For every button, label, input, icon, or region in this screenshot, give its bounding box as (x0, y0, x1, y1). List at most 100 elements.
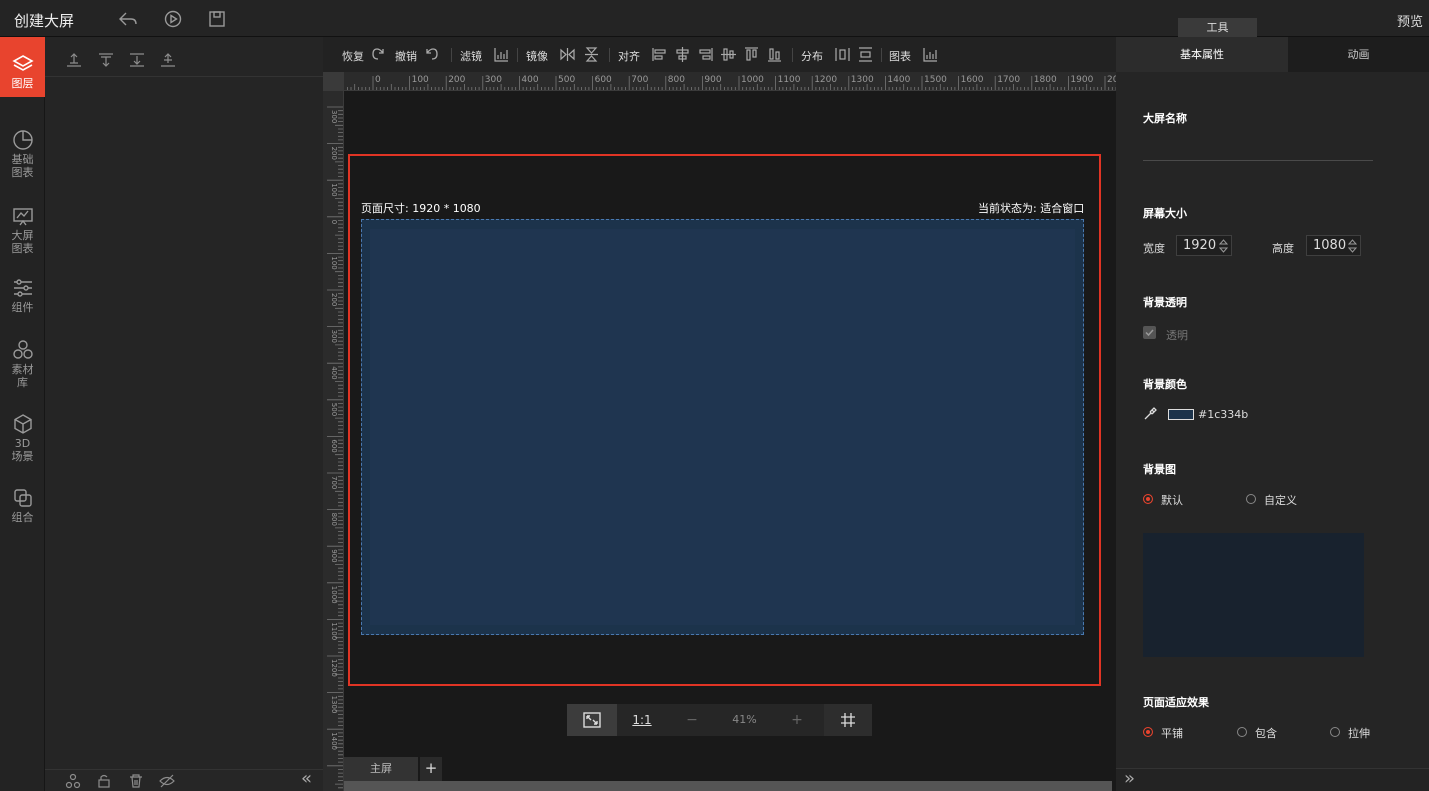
ruler-tick-label: 300 (330, 330, 338, 343)
trash-icon[interactable] (128, 773, 144, 789)
material-icon (12, 340, 33, 359)
ruler-tick-label: 1600 (961, 75, 984, 85)
height-value: 1080 (1313, 238, 1347, 253)
redo-label[interactable]: 恢复 (342, 48, 364, 64)
tab-animation[interactable]: 动画 (1288, 37, 1429, 72)
align-center-v-icon[interactable] (720, 46, 737, 63)
transparent-checkbox[interactable] (1143, 326, 1156, 339)
preview-button[interactable]: 预览 (1397, 11, 1423, 30)
page-status-label: 当前状态为: 适合窗口 (978, 202, 1085, 215)
chart-label[interactable]: 图表 (889, 48, 911, 64)
ruler-tick-label: 1100 (330, 622, 338, 640)
move-up-icon[interactable] (97, 51, 115, 69)
layer-footer: « (45, 768, 323, 791)
align-label[interactable]: 对齐 (618, 48, 640, 64)
grid-toggle-button[interactable] (824, 704, 872, 736)
undo-label[interactable]: 撤销 (395, 48, 417, 64)
move-top-icon[interactable] (65, 51, 83, 69)
ruler-tick-label: 900 (704, 75, 721, 85)
fit-stretch-radio[interactable] (1330, 727, 1340, 737)
nav-3d-scene[interactable]: 3D 场景 (0, 413, 45, 463)
bg-image-default-radio[interactable] (1143, 494, 1153, 504)
screen-tabs: 主屏 + (344, 757, 1116, 781)
ruler-tick-label: 300 (330, 110, 338, 123)
height-input[interactable]: 1080 (1306, 235, 1361, 256)
width-input[interactable]: 1920 (1176, 235, 1232, 256)
align-top-icon[interactable] (743, 46, 760, 63)
horizontal-scrollbar[interactable] (344, 781, 1112, 791)
ruler-tick-label: 0 (330, 220, 338, 224)
top-bar: 创建大屏 工具 预览 (0, 0, 1429, 37)
redo-icon[interactable] (370, 46, 387, 63)
fit-tile-radio[interactable] (1143, 727, 1153, 737)
fit-window-button[interactable] (567, 704, 617, 736)
nav-basic-charts[interactable]: 基础 图表 (0, 129, 45, 179)
bg-image-custom-radio[interactable] (1246, 494, 1256, 504)
screen-background (370, 229, 1075, 625)
align-left-icon[interactable] (651, 46, 668, 63)
play-icon[interactable] (162, 8, 184, 30)
zoom-in-button[interactable]: + (772, 704, 822, 736)
nav-screen-charts[interactable]: 大屏 图表 (0, 205, 45, 255)
tools-tab[interactable]: 工具 (1178, 18, 1257, 37)
tab-main-screen[interactable]: 主屏 (344, 757, 418, 781)
align-bottom-icon[interactable] (766, 46, 783, 63)
align-center-h-icon[interactable] (674, 46, 691, 63)
ruler-tick-label: 0 (375, 75, 381, 85)
mirror-vertical-icon[interactable] (583, 46, 600, 63)
filter-chart-icon[interactable] (493, 46, 510, 63)
horizontal-ruler: 0 100 200 300 400 500 600 700 800 900 1000 1100 1200… (344, 72, 1116, 91)
fit-contain-radio[interactable] (1237, 727, 1247, 737)
nav-material[interactable]: 素材 库 (0, 339, 45, 389)
nav-components[interactable]: 组件 (0, 277, 45, 314)
bg-color-label: 背景颜色 (1143, 378, 1187, 391)
collapse-right-icon[interactable]: » (1124, 768, 1135, 789)
collapse-left-icon[interactable]: « (301, 768, 312, 789)
ruler-tick-label: 400 (521, 75, 538, 85)
nav-combine[interactable]: 组合 (0, 487, 45, 524)
ruler-tick-label: 700 (330, 476, 338, 489)
fit-contain-label: 包含 (1255, 727, 1277, 740)
add-tab-button[interactable]: + (420, 757, 442, 781)
distribute-label[interactable]: 分布 (801, 48, 823, 64)
screen-canvas[interactable] (361, 219, 1084, 635)
filter-label[interactable]: 滤镜 (460, 48, 482, 64)
chart-icon[interactable] (922, 46, 939, 63)
group-icon[interactable] (65, 773, 81, 789)
ruler-tick-label: 500 (330, 403, 338, 416)
eye-hidden-icon[interactable] (159, 773, 175, 789)
bg-transparent-label: 背景透明 (1143, 296, 1187, 309)
properties-tabs: 基本属性 动画 (1116, 37, 1429, 72)
bg-color-swatch[interactable] (1168, 409, 1194, 420)
actual-size-button[interactable]: 1:1 (617, 704, 667, 736)
bg-image-preview[interactable] (1143, 533, 1364, 657)
ruler-tick-label: 100 (412, 75, 429, 85)
eyedropper-icon[interactable] (1143, 407, 1157, 421)
distribute-h-icon[interactable] (834, 46, 851, 63)
layer-panel: « (45, 37, 323, 791)
nav-layers[interactable]: 图层 (0, 37, 45, 97)
bg-color-value: #1c334b (1198, 408, 1249, 421)
undo-arrow-icon[interactable] (117, 8, 139, 30)
tab-basic-properties[interactable]: 基本属性 (1116, 37, 1288, 72)
zoom-out-button[interactable]: − (667, 704, 717, 736)
ruler-tick-label: 600 (595, 75, 612, 85)
align-right-icon[interactable] (697, 46, 714, 63)
undo-icon[interactable] (423, 46, 440, 63)
mirror-label[interactable]: 镜像 (526, 48, 548, 64)
fit-stretch-label: 拉伸 (1348, 727, 1370, 740)
move-bottom-icon[interactable] (159, 51, 177, 69)
save-icon[interactable] (206, 8, 228, 30)
distribute-v-icon[interactable] (857, 46, 874, 63)
screen-name-input[interactable] (1143, 137, 1373, 161)
lock-icon[interactable] (96, 773, 112, 789)
ruler-tick-label: 200 (330, 147, 338, 160)
stepper-icon[interactable] (1348, 239, 1357, 253)
stepper-icon[interactable] (1219, 239, 1228, 253)
mirror-horizontal-icon[interactable] (559, 46, 576, 63)
ruler-tick-label: 1400 (330, 732, 338, 750)
checkmark-icon (1145, 329, 1154, 337)
move-down-icon[interactable] (128, 51, 146, 69)
screen-name-label: 大屏名称 (1143, 112, 1187, 125)
ruler-tick-label: 200 (448, 75, 465, 85)
